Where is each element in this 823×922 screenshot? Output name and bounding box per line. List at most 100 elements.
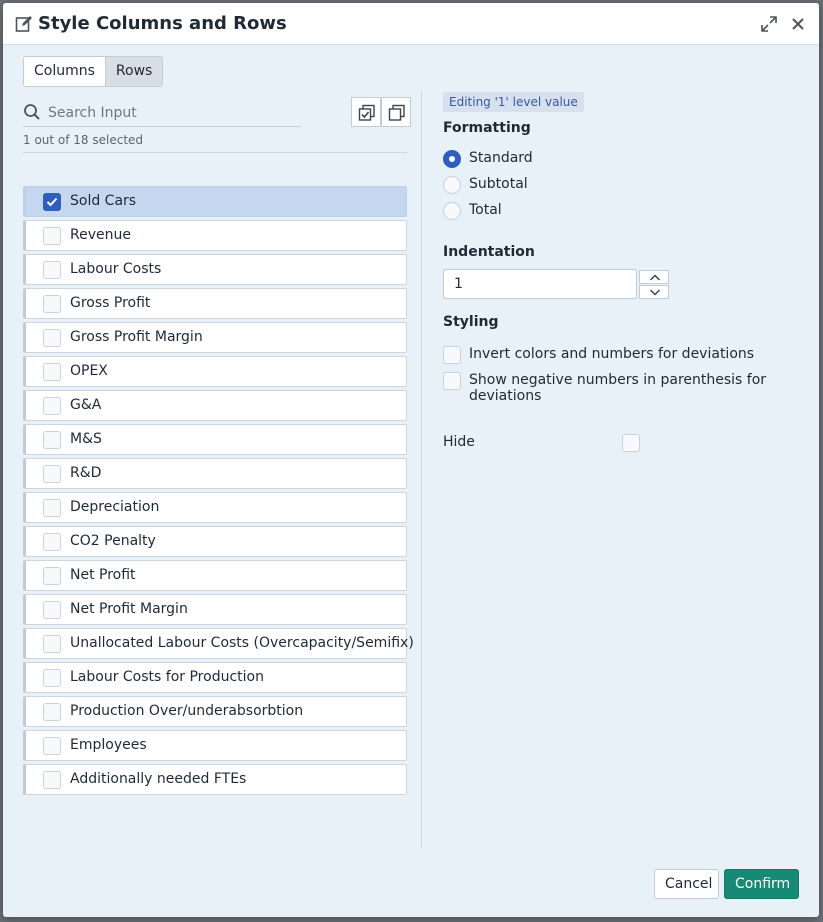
- edit-icon: [15, 16, 32, 32]
- row-checkbox[interactable]: [43, 635, 61, 653]
- chevron-up-icon: [649, 274, 661, 281]
- negative-option[interactable]: Show negative numbers in parenthesis for…: [443, 372, 773, 406]
- list-item[interactable]: Revenue: [23, 220, 407, 251]
- hide-checkbox[interactable]: [622, 434, 640, 452]
- row-checkbox[interactable]: [43, 771, 61, 789]
- radio-button[interactable]: [443, 150, 461, 168]
- deselect-all-icon: [388, 104, 405, 121]
- indentation-stepper: [639, 270, 669, 299]
- step-up-button[interactable]: [639, 270, 669, 284]
- search-bar: [23, 99, 301, 127]
- row-label: Net Profit Margin: [70, 601, 188, 617]
- deselect-all-button[interactable]: [381, 97, 411, 127]
- row-checkbox[interactable]: [43, 737, 61, 755]
- row-label: G&A: [70, 397, 102, 413]
- selection-count: 1 out of 18 selected: [23, 133, 144, 147]
- divider: [23, 152, 407, 153]
- hide-label: Hide: [443, 434, 475, 450]
- select-all-button[interactable]: [351, 97, 381, 127]
- list-item[interactable]: G&A: [23, 390, 407, 421]
- row-label: Gross Profit Margin: [70, 329, 203, 345]
- styling-title: Styling: [443, 314, 499, 330]
- list-item[interactable]: Additionally needed FTEs: [23, 764, 407, 795]
- row-label: Unallocated Labour Costs (Overcapacity/S…: [70, 635, 414, 651]
- editing-badge: Editing '1' level value: [443, 92, 584, 112]
- tab-columns[interactable]: Columns: [24, 57, 105, 86]
- row-label: M&S: [70, 431, 102, 447]
- row-label: Additionally needed FTEs: [70, 771, 247, 787]
- row-label: Labour Costs for Production: [70, 669, 264, 685]
- view-tabs: Columns Rows: [23, 56, 164, 87]
- row-list: Sold Cars Revenue Labour Costs Gross Pro…: [23, 186, 414, 798]
- chevron-down-icon: [649, 289, 661, 296]
- tab-rows[interactable]: Rows: [104, 57, 163, 86]
- dialog-titlebar: Style Columns and Rows: [3, 3, 819, 45]
- list-item[interactable]: Production Over/underabsorbtion: [23, 696, 407, 727]
- row-label: R&D: [70, 465, 102, 481]
- row-checkbox[interactable]: [43, 261, 61, 279]
- row-label: CO2 Penalty: [70, 533, 156, 549]
- list-item[interactable]: Gross Profit Margin: [23, 322, 407, 353]
- list-item[interactable]: Labour Costs: [23, 254, 407, 285]
- list-item[interactable]: Employees: [23, 730, 407, 761]
- row-checkbox[interactable]: [43, 533, 61, 551]
- row-checkbox[interactable]: [43, 567, 61, 585]
- negative-checkbox[interactable]: [443, 372, 461, 390]
- radio-label: Subtotal: [469, 176, 528, 192]
- expand-icon[interactable]: [760, 15, 778, 33]
- list-item[interactable]: M&S: [23, 424, 407, 455]
- step-down-button[interactable]: [639, 285, 669, 299]
- row-label: Revenue: [70, 227, 131, 243]
- row-checkbox[interactable]: [43, 329, 61, 347]
- row-label: Employees: [70, 737, 147, 753]
- style-dialog: Style Columns and Rows Columns Rows 1 ou…: [3, 3, 819, 917]
- indentation-title: Indentation: [443, 244, 535, 260]
- invert-option[interactable]: Invert colors and numbers for deviations: [443, 346, 783, 364]
- row-checkbox[interactable]: [43, 669, 61, 687]
- row-label: Sold Cars: [70, 193, 137, 209]
- list-item[interactable]: R&D: [23, 458, 407, 489]
- row-label: OPEX: [70, 363, 108, 379]
- row-checkbox[interactable]: [43, 193, 61, 211]
- row-checkbox[interactable]: [43, 601, 61, 619]
- cancel-button[interactable]: Cancel: [654, 869, 719, 899]
- list-item[interactable]: Depreciation: [23, 492, 407, 523]
- checkmark-icon: [46, 197, 58, 207]
- row-checkbox[interactable]: [43, 499, 61, 517]
- list-item[interactable]: OPEX: [23, 356, 407, 387]
- invert-label: Invert colors and numbers for deviations: [469, 346, 755, 362]
- list-item[interactable]: Labour Costs for Production: [23, 662, 407, 693]
- row-checkbox[interactable]: [43, 397, 61, 415]
- invert-checkbox[interactable]: [443, 346, 461, 364]
- list-item[interactable]: Net Profit Margin: [23, 594, 407, 625]
- indentation-input[interactable]: [443, 269, 637, 299]
- radio-button[interactable]: [443, 176, 461, 194]
- row-label: Net Profit: [70, 567, 136, 583]
- radio-button[interactable]: [443, 202, 461, 220]
- list-item[interactable]: Sold Cars: [23, 186, 407, 217]
- confirm-button[interactable]: Confirm: [724, 869, 799, 899]
- radio-label: Standard: [469, 150, 533, 166]
- row-checkbox[interactable]: [43, 295, 61, 313]
- dialog-title: Style Columns and Rows: [38, 13, 287, 34]
- row-label: Gross Profit: [70, 295, 151, 311]
- formatting-title: Formatting: [443, 120, 531, 136]
- panel-divider: [421, 91, 422, 849]
- row-label: Production Over/underabsorbtion: [70, 703, 304, 719]
- select-all-icon: [358, 104, 375, 121]
- list-item[interactable]: Unallocated Labour Costs (Overcapacity/S…: [23, 628, 414, 659]
- row-checkbox[interactable]: [43, 227, 61, 245]
- list-item[interactable]: Net Profit: [23, 560, 407, 591]
- row-checkbox[interactable]: [43, 703, 61, 721]
- list-item[interactable]: CO2 Penalty: [23, 526, 407, 557]
- row-label: Labour Costs: [70, 261, 162, 277]
- row-checkbox[interactable]: [43, 363, 61, 381]
- search-icon: [24, 104, 40, 120]
- row-checkbox[interactable]: [43, 465, 61, 483]
- row-checkbox[interactable]: [43, 431, 61, 449]
- list-item[interactable]: Gross Profit: [23, 288, 407, 319]
- negative-label: Show negative numbers in parenthesis for…: [469, 372, 767, 404]
- row-label: Depreciation: [70, 499, 160, 515]
- search-input[interactable]: [48, 102, 298, 124]
- close-icon[interactable]: [789, 15, 807, 33]
